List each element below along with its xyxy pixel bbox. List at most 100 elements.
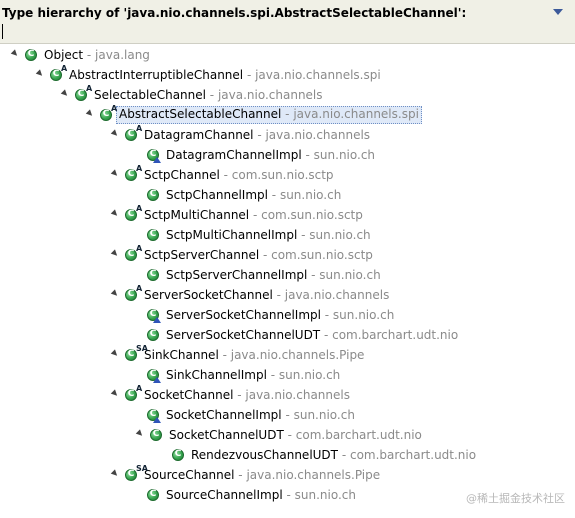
expanded-arrow-icon[interactable] (35, 69, 45, 78)
class-icon (146, 487, 162, 503)
expanded-arrow-icon[interactable] (110, 169, 120, 178)
tree-node[interactable]: SourceChannelImpl - sun.nio.ch (137, 486, 356, 504)
tree-node-label[interactable]: SourceChannelImpl - sun.nio.ch (166, 486, 356, 504)
type-name: SocketChannel (144, 388, 234, 402)
tree-node-label[interactable]: DatagramChannel - java.nio.channels (144, 126, 370, 144)
expanded-arrow-icon[interactable] (110, 249, 120, 258)
tree-node-label[interactable]: ServerSocketChannelImpl - sun.nio.ch (166, 306, 394, 324)
expanded-arrow-icon[interactable] (135, 429, 145, 438)
expanded-arrow-icon[interactable] (60, 89, 70, 98)
type-name: SinkChannelImpl (166, 368, 267, 382)
tree-node[interactable]: Object - java.lang (10, 46, 150, 64)
package-name: - com.barchart.udt.nio (338, 448, 477, 462)
tree-node[interactable]: AAbstractSelectableChannel - java.nio.ch… (85, 104, 422, 124)
package-name: - com.barchart.udt.nio (320, 328, 459, 342)
modifier-badge: A (86, 84, 93, 93)
tree-node[interactable]: ServerSocketChannelImpl - sun.nio.ch (137, 306, 394, 324)
package-name: - java.nio.channels.Pipe (218, 348, 365, 362)
expanded-arrow-icon[interactable] (110, 349, 120, 358)
tree-node-label[interactable]: RendezvousChannelUDT - com.barchart.udt.… (191, 446, 476, 464)
tree-node-label[interactable]: SctpServerChannelImpl - sun.nio.ch (166, 266, 381, 284)
package-name: - java.nio.channels.spi (243, 68, 381, 82)
tree-node[interactable]: AAbstractInterruptibleChannel - java.nio… (35, 64, 381, 84)
expanded-arrow-icon[interactable] (110, 389, 120, 398)
tree-node[interactable]: ASctpServerChannel - com.sun.nio.sctp (110, 244, 373, 264)
tree-node-label[interactable]: SctpChannel - com.sun.nio.sctp (144, 166, 334, 184)
tree-node[interactable]: SctpServerChannelImpl - sun.nio.ch (137, 266, 381, 284)
class-icon (146, 147, 162, 163)
implementor-overlay-icon (153, 377, 161, 383)
tree-node[interactable]: SctpMultiChannelImpl - sun.nio.ch (137, 226, 371, 244)
expanded-arrow-icon[interactable] (110, 209, 120, 218)
class-icon (146, 327, 162, 343)
type-name: SctpMultiChannel (144, 208, 250, 222)
class-icon: A (124, 384, 142, 403)
expanded-arrow-icon[interactable] (85, 109, 95, 118)
tree-node[interactable]: SocketChannelUDT - com.barchart.udt.nio (135, 426, 422, 444)
class-icon: SA (124, 464, 148, 483)
tree-node-label[interactable]: AbstractSelectableChannel - java.nio.cha… (116, 106, 422, 124)
package-name: - java.nio.channels.Pipe (234, 468, 381, 482)
tree-node-label[interactable]: Object - java.lang (44, 46, 150, 64)
expanded-arrow-icon[interactable] (10, 49, 20, 58)
tree-node-label[interactable]: SocketChannel - java.nio.channels (144, 386, 350, 404)
class-icon: A (49, 64, 67, 83)
class-icon (146, 187, 162, 203)
class-icon (146, 407, 162, 423)
tree-node[interactable]: SctpChannelImpl - sun.nio.ch (137, 186, 341, 204)
class-icon (146, 227, 162, 243)
class-icon (24, 47, 40, 63)
package-name: - com.sun.nio.sctp (259, 248, 373, 262)
tree-node[interactable]: DatagramChannelImpl - sun.nio.ch (137, 146, 375, 164)
tree-node[interactable]: SocketChannelImpl - sun.nio.ch (137, 406, 355, 424)
class-icon: A (124, 124, 142, 143)
tree-node-label[interactable]: SinkChannel - java.nio.channels.Pipe (144, 346, 364, 364)
tree-node[interactable]: ASelectableChannel - java.nio.channels (60, 84, 323, 104)
tree-node-label[interactable]: SctpMultiChannel - com.sun.nio.sctp (144, 206, 363, 224)
type-name: SctpChannelImpl (166, 188, 268, 202)
tree-node-label[interactable]: SctpMultiChannelImpl - sun.nio.ch (166, 226, 371, 244)
class-icon: A (124, 244, 143, 263)
tree-node[interactable]: ServerSocketChannelUDT - com.barchart.ud… (137, 326, 458, 344)
tree-node-label[interactable]: SinkChannelImpl - sun.nio.ch (166, 366, 340, 384)
tree-node-label[interactable]: SourceChannel - java.nio.channels.Pipe (144, 466, 380, 484)
view-menu-dropdown-icon[interactable] (553, 9, 563, 15)
tree-node[interactable]: SASinkChannel - java.nio.channels.Pipe (110, 344, 364, 364)
modifier-badge: A (136, 164, 143, 173)
tree-node-label[interactable]: AbstractInterruptibleChannel - java.nio.… (69, 66, 381, 84)
tree-node-label[interactable]: ServerSocketChannel - java.nio.channels (144, 286, 389, 304)
tree-node-label[interactable]: SctpChannelImpl - sun.nio.ch (166, 186, 341, 204)
tree-node[interactable]: AServerSocketChannel - java.nio.channels (110, 284, 389, 304)
tree-node[interactable]: SinkChannelImpl - sun.nio.ch (137, 366, 340, 384)
class-icon: SA (124, 344, 148, 363)
tree-node-label[interactable]: SocketChannelUDT - com.barchart.udt.nio (169, 426, 422, 444)
tree-node[interactable]: ASocketChannel - java.nio.channels (110, 384, 350, 404)
expanded-arrow-icon[interactable] (110, 469, 120, 478)
implementor-overlay-icon (153, 157, 161, 163)
expanded-arrow-icon[interactable] (110, 289, 120, 298)
tree-node[interactable]: ADatagramChannel - java.nio.channels (110, 124, 370, 144)
type-name: SctpMultiChannelImpl (166, 228, 298, 242)
modifier-badge: SA (136, 464, 148, 473)
expanded-arrow-icon[interactable] (110, 129, 120, 138)
package-name: - sun.nio.ch (307, 268, 381, 282)
tree-node[interactable]: SASourceChannel - java.nio.channels.Pipe (110, 464, 380, 484)
tree-node-label[interactable]: DatagramChannelImpl - sun.nio.ch (166, 146, 375, 164)
tree-node-label[interactable]: ServerSocketChannelUDT - com.barchart.ud… (166, 326, 458, 344)
type-name: AbstractInterruptibleChannel (69, 68, 244, 82)
tree-node-label[interactable]: SocketChannelImpl - sun.nio.ch (166, 406, 355, 424)
filter-input[interactable] (2, 22, 568, 42)
tree-node-label[interactable]: SelectableChannel - java.nio.channels (94, 86, 323, 104)
type-name: ServerSocketChannelUDT (166, 328, 321, 342)
package-name: - java.nio.channels (233, 388, 350, 402)
tree-node-label[interactable]: SctpServerChannel - com.sun.nio.sctp (144, 246, 373, 264)
modifier-badge: A (136, 244, 143, 253)
type-name: Object (44, 48, 84, 62)
tree-node[interactable]: ASctpMultiChannel - com.sun.nio.sctp (110, 204, 363, 224)
tree-node[interactable]: RendezvousChannelUDT - com.barchart.udt.… (162, 446, 476, 464)
package-name: - sun.nio.ch (267, 188, 342, 202)
tree-node[interactable]: ASctpChannel - com.sun.nio.sctp (110, 164, 334, 184)
modifier-badge: A (136, 284, 143, 293)
type-name: SocketChannelImpl (166, 408, 282, 422)
package-name: - sun.nio.ch (301, 148, 376, 162)
